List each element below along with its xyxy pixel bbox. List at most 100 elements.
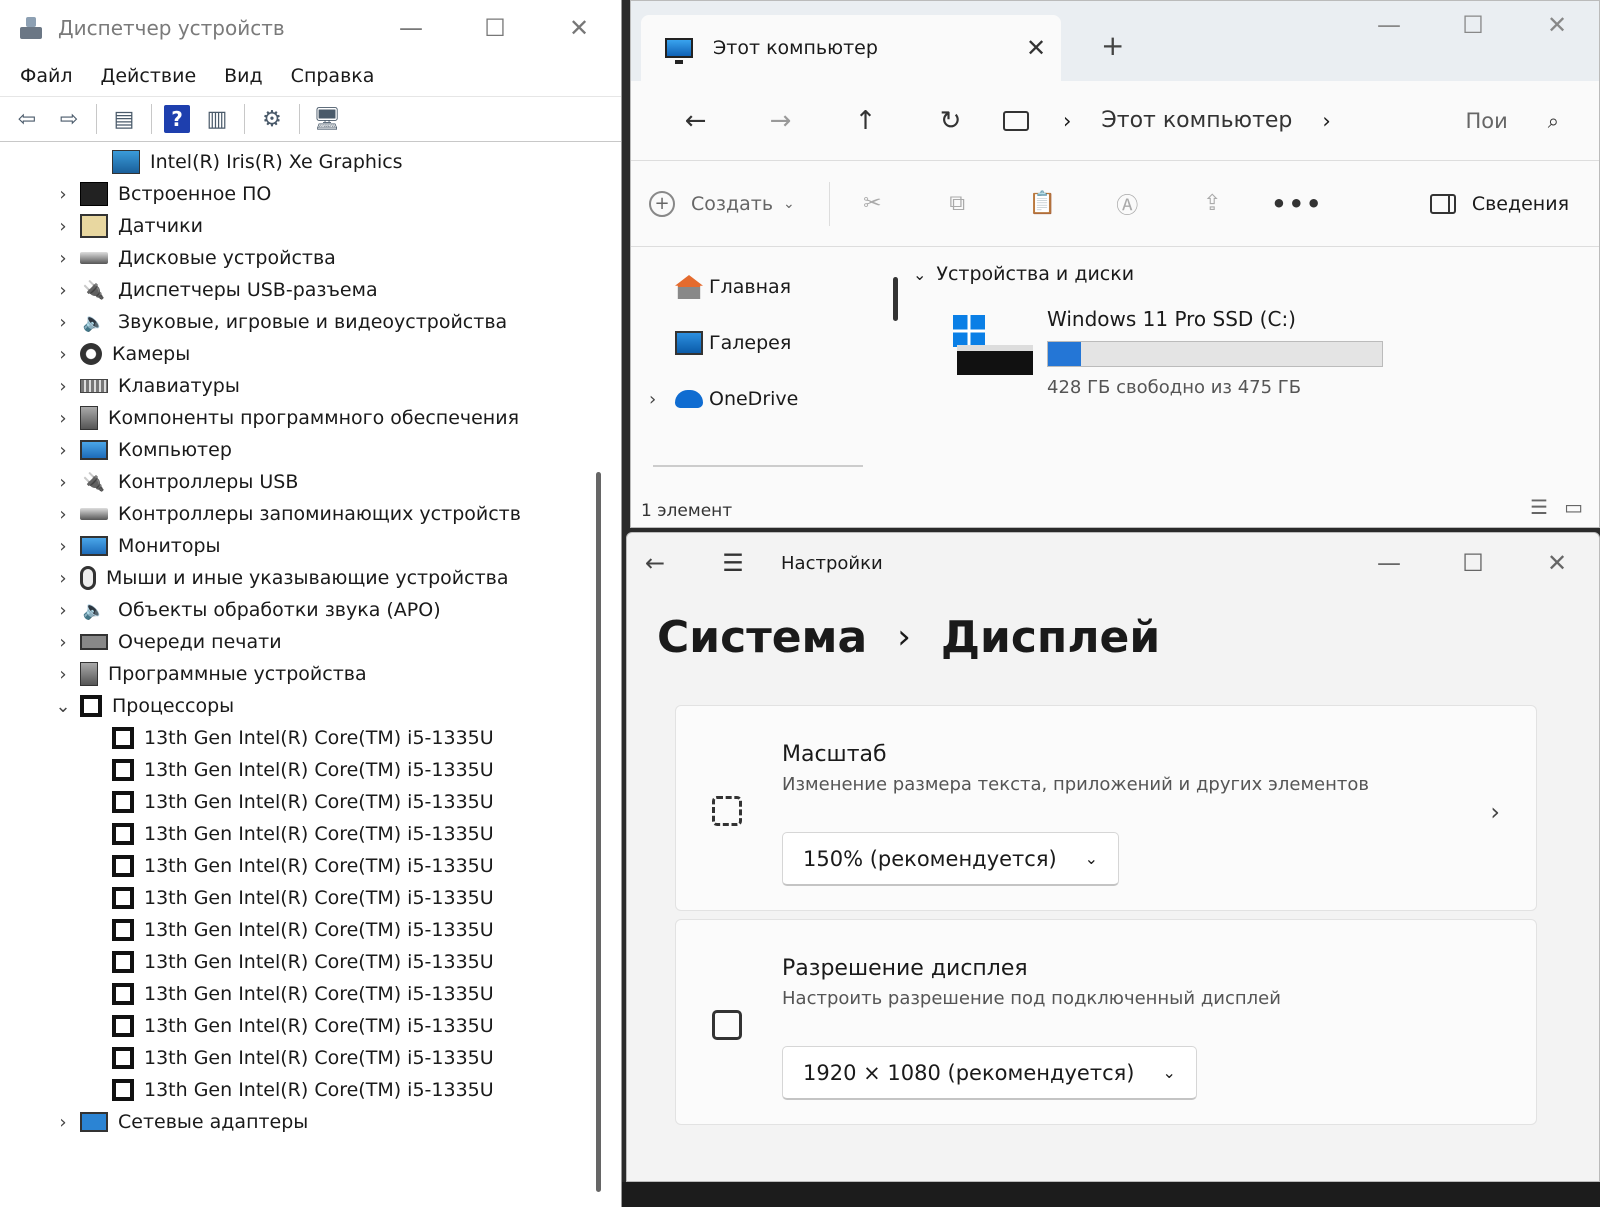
device-category[interactable]: › Мыши и иные указывающие устройства xyxy=(0,562,621,594)
update-driver-icon[interactable]: ⚙ xyxy=(257,104,287,134)
breadcrumb[interactable]: Этот компьютер xyxy=(1101,108,1292,133)
resolution-dropdown[interactable]: 1920 × 1080 (рекомендуется) ⌄ xyxy=(782,1046,1197,1100)
scale-dropdown[interactable]: 150% (рекомендуется) ⌄ xyxy=(782,832,1120,886)
device-item[interactable]: 13th Gen Intel(R) Core(TM) i5-1335U xyxy=(0,786,621,818)
view-icon[interactable]: ▥ xyxy=(202,104,232,134)
device-category[interactable]: › Компьютер xyxy=(0,434,621,466)
close-icon[interactable]: ✕ xyxy=(537,14,621,42)
create-button[interactable]: + Создать ⌄ xyxy=(649,181,830,226)
menu-icon[interactable]: ☰ xyxy=(695,549,771,577)
address-bar[interactable]: › Этот компьютер › xyxy=(1003,108,1331,133)
chevron-right-icon[interactable]: › xyxy=(52,440,74,461)
device-category[interactable]: › Камеры xyxy=(0,338,621,370)
chevron-right-icon[interactable]: › xyxy=(52,408,74,429)
chevron-right-icon[interactable]: › xyxy=(52,344,74,365)
device-category[interactable]: › 🔌 Диспетчеры USB-разъема xyxy=(0,274,621,306)
paste-icon[interactable]: 📋 xyxy=(1000,191,1085,216)
properties-icon[interactable]: ▤ xyxy=(109,104,139,134)
back-icon[interactable]: ← xyxy=(645,549,695,577)
sidebar-scrollbar[interactable] xyxy=(893,277,898,321)
device-item[interactable]: 13th Gen Intel(R) Core(TM) i5-1335U xyxy=(0,818,621,850)
refresh-icon[interactable]: ↻ xyxy=(908,106,993,136)
drive-item[interactable]: Windows 11 Pro SSD (C:) 428 ГБ свободно … xyxy=(953,307,1413,407)
tiles-view-icon[interactable]: ▭ xyxy=(1564,495,1583,519)
device-category[interactable]: › 🔌 Контроллеры USB xyxy=(0,466,621,498)
forward-icon[interactable]: → xyxy=(738,106,823,136)
sidebar-item-gallery[interactable]: Галерея xyxy=(631,315,871,371)
chevron-right-icon[interactable]: › xyxy=(52,568,74,589)
device-category[interactable]: › 🔈 Объекты обработки звука (APO) xyxy=(0,594,621,626)
back-icon[interactable]: ← xyxy=(653,106,738,136)
scan-hardware-icon[interactable]: 🖥 xyxy=(312,104,342,134)
search-input[interactable]: Пои xyxy=(1466,109,1508,133)
device-category[interactable]: › Очереди печати xyxy=(0,626,621,658)
group-header[interactable]: ⌄ Устройства и диски xyxy=(913,263,1134,285)
chevron-right-icon[interactable]: › xyxy=(52,664,74,685)
sidebar-item-onedrive[interactable]: › OneDrive xyxy=(631,371,871,427)
device-item[interactable]: 13th Gen Intel(R) Core(TM) i5-1335U xyxy=(0,850,621,882)
device-item[interactable]: 13th Gen Intel(R) Core(TM) i5-1335U xyxy=(0,754,621,786)
device-item[interactable]: 13th Gen Intel(R) Core(TM) i5-1335U xyxy=(0,1042,621,1074)
dm-scrollbar-thumb[interactable] xyxy=(596,472,601,1192)
chevron-right-icon[interactable]: › xyxy=(52,184,74,205)
minimize-icon[interactable]: — xyxy=(1347,549,1431,577)
copy-icon[interactable]: ⧉ xyxy=(915,191,1000,216)
device-item[interactable]: Intel(R) Iris(R) Xe Graphics xyxy=(0,146,621,178)
scale-setting-card[interactable]: Масштаб Изменение размера текста, прилож… xyxy=(675,705,1537,911)
device-category[interactable]: › Сетевые адаптеры xyxy=(0,1106,621,1138)
close-tab-icon[interactable]: ✕ xyxy=(1011,34,1061,62)
device-item[interactable]: 13th Gen Intel(R) Core(TM) i5-1335U xyxy=(0,978,621,1010)
sidebar-item-home[interactable]: Главная xyxy=(631,259,871,315)
device-category[interactable]: › Компоненты программного обеспечения xyxy=(0,402,621,434)
details-view-icon[interactable]: ☰ xyxy=(1530,495,1548,519)
device-category[interactable]: › 🔈 Звуковые, игровые и видеоустройства xyxy=(0,306,621,338)
minimize-icon[interactable]: — xyxy=(369,14,453,42)
device-category[interactable]: › Дисковые устройства xyxy=(0,242,621,274)
chevron-right-icon[interactable]: › xyxy=(52,216,74,237)
chevron-down-icon[interactable]: ⌄ xyxy=(52,696,74,717)
device-category[interactable]: › Датчики xyxy=(0,210,621,242)
device-category[interactable]: › Мониторы xyxy=(0,530,621,562)
chevron-right-icon[interactable]: › xyxy=(1063,109,1071,133)
menu-view[interactable]: Вид xyxy=(224,65,263,87)
chevron-right-icon[interactable]: › xyxy=(52,376,74,397)
share-icon[interactable]: ⇪ xyxy=(1170,191,1255,216)
device-category[interactable]: › Встроенное ПО xyxy=(0,178,621,210)
resolution-setting-card[interactable]: Разрешение дисплея Настроить разрешение … xyxy=(675,919,1537,1125)
maximize-icon[interactable]: ☐ xyxy=(1431,11,1515,39)
more-options-icon[interactable]: ••• xyxy=(1255,190,1340,218)
device-category[interactable]: ⌄ Процессоры xyxy=(0,690,621,722)
device-item[interactable]: 13th Gen Intel(R) Core(TM) i5-1335U xyxy=(0,914,621,946)
chevron-right-icon[interactable]: › xyxy=(52,472,74,493)
details-button[interactable]: Сведения xyxy=(1429,193,1569,215)
device-category[interactable]: › Программные устройства xyxy=(0,658,621,690)
device-item[interactable]: 13th Gen Intel(R) Core(TM) i5-1335U xyxy=(0,1074,621,1106)
chevron-right-icon[interactable]: › xyxy=(52,248,74,269)
chevron-right-icon[interactable]: › xyxy=(52,504,74,525)
cut-icon[interactable]: ✂ xyxy=(830,191,915,216)
chevron-right-icon[interactable]: › xyxy=(52,600,74,621)
help-icon[interactable]: ? xyxy=(164,105,190,133)
chevron-right-icon[interactable]: › xyxy=(52,1112,74,1133)
new-tab-icon[interactable]: + xyxy=(1101,29,1124,62)
up-icon[interactable]: ↑ xyxy=(823,106,908,136)
forward-arrow-icon[interactable]: ⇨ xyxy=(54,104,84,134)
chevron-right-icon[interactable]: › xyxy=(52,536,74,557)
menu-action[interactable]: Действие xyxy=(101,65,197,87)
tab-this-pc[interactable]: Этот компьютер ✕ xyxy=(641,15,1061,81)
maximize-icon[interactable]: ☐ xyxy=(1431,549,1515,577)
close-icon[interactable]: ✕ xyxy=(1515,11,1599,39)
close-icon[interactable]: ✕ xyxy=(1515,549,1599,577)
menu-file[interactable]: Файл xyxy=(20,65,73,87)
menu-help[interactable]: Справка xyxy=(291,65,375,87)
back-arrow-icon[interactable]: ⇦ xyxy=(12,104,42,134)
chevron-right-icon[interactable]: › xyxy=(52,280,74,301)
device-item[interactable]: 13th Gen Intel(R) Core(TM) i5-1335U xyxy=(0,722,621,754)
chevron-right-icon[interactable]: › xyxy=(649,389,675,410)
rename-icon[interactable]: Ⓐ xyxy=(1085,188,1170,220)
device-category[interactable]: › Контроллеры запоминающих устройств xyxy=(0,498,621,530)
dm-titlebar[interactable]: Диспетчер устройств — ☐ ✕ xyxy=(0,0,621,56)
minimize-icon[interactable]: — xyxy=(1347,11,1431,39)
device-item[interactable]: 13th Gen Intel(R) Core(TM) i5-1335U xyxy=(0,1010,621,1042)
device-item[interactable]: 13th Gen Intel(R) Core(TM) i5-1335U xyxy=(0,946,621,978)
